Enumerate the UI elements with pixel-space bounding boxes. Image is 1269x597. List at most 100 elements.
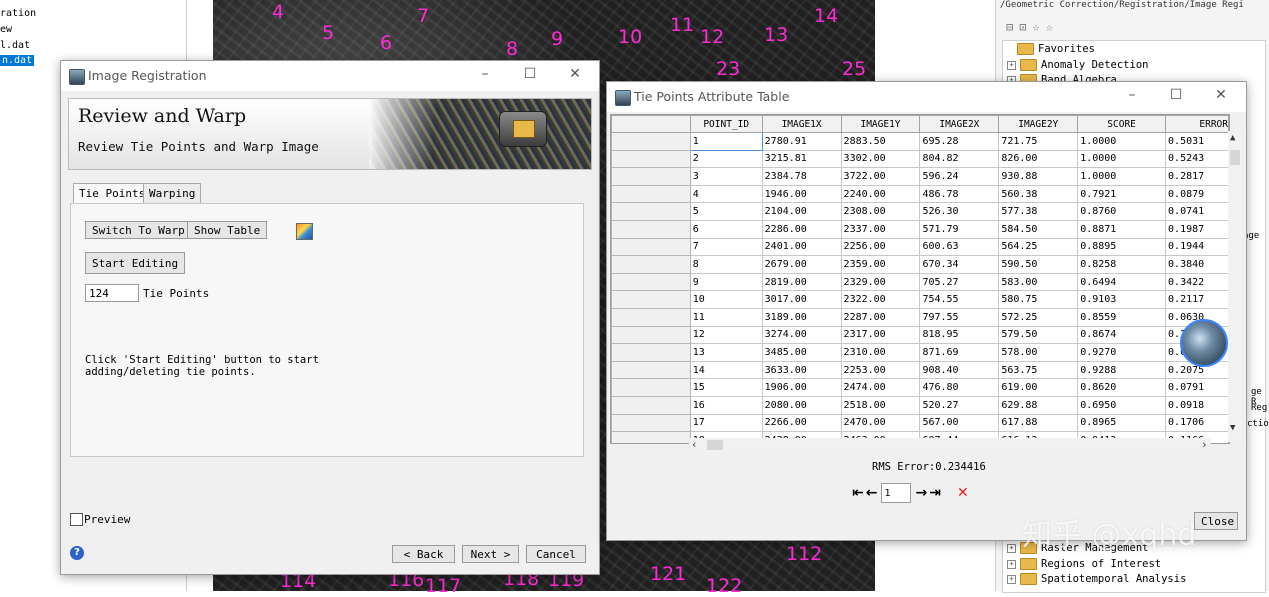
close-icon[interactable]: ✕ <box>565 66 585 82</box>
table-cell[interactable]: 571.79 <box>919 219 1000 239</box>
table-cell[interactable]: 2780.91 <box>761 132 842 151</box>
row-header-cell[interactable] <box>611 290 691 309</box>
tab-tie-points[interactable]: Tie Points <box>73 183 152 204</box>
table-cell[interactable]: 2240.00 <box>840 184 921 204</box>
row-header-cell[interactable] <box>611 219 691 239</box>
switch-to-warp-button[interactable]: Switch To Warp <box>85 221 192 239</box>
row-header-cell[interactable] <box>611 395 691 415</box>
row-header-cell[interactable] <box>611 149 691 169</box>
file-list-item-selected[interactable]: n.dat <box>0 55 35 66</box>
color-palette-icon[interactable] <box>296 223 313 240</box>
expand-plus-icon[interactable]: + <box>1007 543 1016 553</box>
table-row[interactable]: 16 2080.00 2518.00 520.27 629.88 0.6950 0.0918 <box>611 395 1229 415</box>
table-cell[interactable]: 754.55 <box>919 290 1000 309</box>
table-cell[interactable]: 705.27 <box>919 272 1000 292</box>
table-cell[interactable]: 13 <box>689 343 763 362</box>
table-cell[interactable]: 2308.00 <box>840 202 921 221</box>
vertical-scrollbar[interactable]: ▲ ▼ <box>1228 131 1242 442</box>
table-cell[interactable]: 0.8620 <box>1077 378 1167 397</box>
show-table-button[interactable]: Show Table <box>187 221 268 239</box>
table-cell[interactable]: 16 <box>689 395 763 415</box>
table-cell[interactable]: 580.75 <box>998 290 1079 309</box>
column-header[interactable]: SCORE <box>1077 115 1167 133</box>
collapse-icon[interactable]: ⊡ <box>1019 20 1032 34</box>
table-cell[interactable]: 583.00 <box>998 272 1079 292</box>
row-header-cell[interactable] <box>611 255 691 274</box>
cancel-button[interactable]: Cancel <box>526 545 586 563</box>
table-row[interactable]: 11 3189.00 2287.00 797.55 572.25 0.8559 0.0630 <box>611 307 1229 327</box>
table-cell[interactable]: 4 <box>689 184 763 204</box>
next-button[interactable]: Next > <box>462 545 519 563</box>
scroll-right-icon[interactable]: › <box>1201 438 1208 451</box>
table-row[interactable]: 1 2780.91 2883.50 695.28 721.75 1.0000 0.5031 <box>611 132 1229 151</box>
table-cell[interactable]: 2518.00 <box>840 395 921 415</box>
horizontal-scrollbar[interactable]: ‹ › <box>689 438 1211 452</box>
first-record-icon[interactable]: ⇤ <box>852 485 864 501</box>
row-header-cell[interactable] <box>611 307 691 327</box>
table-cell[interactable]: 3274.00 <box>761 325 842 345</box>
horizontal-scroll-thumb[interactable] <box>707 440 723 450</box>
table-cell[interactable]: 3215.81 <box>761 149 842 169</box>
table-cell[interactable]: 0.0879 <box>1165 184 1229 204</box>
table-cell[interactable]: 2337.00 <box>840 219 921 239</box>
table-cell[interactable]: 695.28 <box>919 132 1000 151</box>
table-cell[interactable]: 590.50 <box>998 255 1079 274</box>
table-cell[interactable]: 572.25 <box>998 307 1079 327</box>
favorite-icon[interactable]: ☆ <box>1032 20 1045 34</box>
tree-item-favorites[interactable]: Favorites <box>1017 43 1095 55</box>
table-cell[interactable]: 0.3840 <box>1165 255 1229 274</box>
expand-plus-icon[interactable]: + <box>1007 559 1016 569</box>
column-header[interactable]: IMAGE2X <box>919 115 1000 133</box>
table-cell[interactable]: 0.8871 <box>1077 219 1167 239</box>
table-cell[interactable]: 0.6950 <box>1077 395 1167 415</box>
expand-plus-icon[interactable]: + <box>1007 60 1016 70</box>
table-cell[interactable]: 2329.00 <box>840 272 921 292</box>
table-cell[interactable]: 1946.00 <box>761 184 842 204</box>
table-row[interactable]: 6 2286.00 2337.00 571.79 584.50 0.8871 0.1987 <box>611 219 1229 239</box>
table-cell[interactable]: 0.1944 <box>1165 237 1229 257</box>
table-row[interactable]: 3 2384.78 3722.00 596.24 930.88 1.0000 0.2817 <box>611 167 1229 186</box>
table-cell[interactable]: 0.8965 <box>1077 413 1167 433</box>
table-cell[interactable]: 0.1987 <box>1165 219 1229 239</box>
scroll-down-icon[interactable]: ▼ <box>1230 423 1235 433</box>
table-row[interactable]: 13 3485.00 2310.00 871.69 578.00 0.9270 0.0 <box>611 343 1229 362</box>
tie-point-count-field[interactable]: 124 <box>85 284 139 302</box>
tree-item-spatiotemporal-analysis[interactable]: + Spatiotemporal Analysis <box>1007 573 1186 585</box>
table-cell[interactable]: 2679.00 <box>761 255 842 274</box>
table-cell[interactable]: 908.40 <box>919 360 1000 380</box>
maximize-icon[interactable]: ☐ <box>520 66 540 82</box>
table-cell[interactable]: 0.0918 <box>1165 395 1229 415</box>
table-cell[interactable]: 2080.00 <box>761 395 842 415</box>
table-cell[interactable]: 560.38 <box>998 184 1079 204</box>
floating-avatar-image[interactable] <box>1180 319 1228 367</box>
table-cell[interactable]: 577.38 <box>998 202 1079 221</box>
column-header[interactable]: POINT_ID <box>689 115 763 133</box>
table-cell[interactable]: 3722.00 <box>840 167 921 186</box>
file-list-item[interactable]: l.dat <box>0 40 30 51</box>
table-cell[interactable]: 0.0791 <box>1165 378 1229 397</box>
table-cell[interactable]: 629.88 <box>998 395 1079 415</box>
row-header-cell[interactable] <box>611 325 691 345</box>
row-header-cell[interactable] <box>611 184 691 204</box>
table-cell[interactable]: 2266.00 <box>761 413 842 433</box>
table-cell[interactable]: 10 <box>689 290 763 309</box>
table-cell[interactable]: 0.9288 <box>1077 360 1167 380</box>
table-cell[interactable]: 2819.00 <box>761 272 842 292</box>
scroll-left-icon[interactable]: ‹ <box>691 438 698 451</box>
help-icon[interactable]: ? <box>70 546 84 560</box>
table-cell[interactable]: 2253.00 <box>840 360 921 380</box>
table-cell[interactable]: 818.95 <box>919 325 1000 345</box>
table-cell[interactable]: 2286.00 <box>761 219 842 239</box>
table-row[interactable]: 9 2819.00 2329.00 705.27 583.00 0.6494 0.3422 <box>611 272 1229 292</box>
tab-warping[interactable]: Warping <box>143 183 202 203</box>
table-cell[interactable]: 12 <box>689 325 763 345</box>
table-cell[interactable]: 0.5243 <box>1165 149 1229 169</box>
table-cell[interactable]: 0.8760 <box>1077 202 1167 221</box>
record-index-input[interactable]: 1 <box>881 483 912 503</box>
table-cell[interactable]: 721.75 <box>998 132 1079 151</box>
table-cell[interactable]: 596.24 <box>919 167 1000 186</box>
table-cell[interactable]: 0.9270 <box>1077 343 1167 362</box>
tie-points-table-titlebar[interactable]: Tie Points Attribute Table – ☐ ✕ <box>607 82 1246 112</box>
close-button[interactable]: Close <box>1194 512 1238 530</box>
table-cell[interactable]: 9 <box>689 272 763 292</box>
